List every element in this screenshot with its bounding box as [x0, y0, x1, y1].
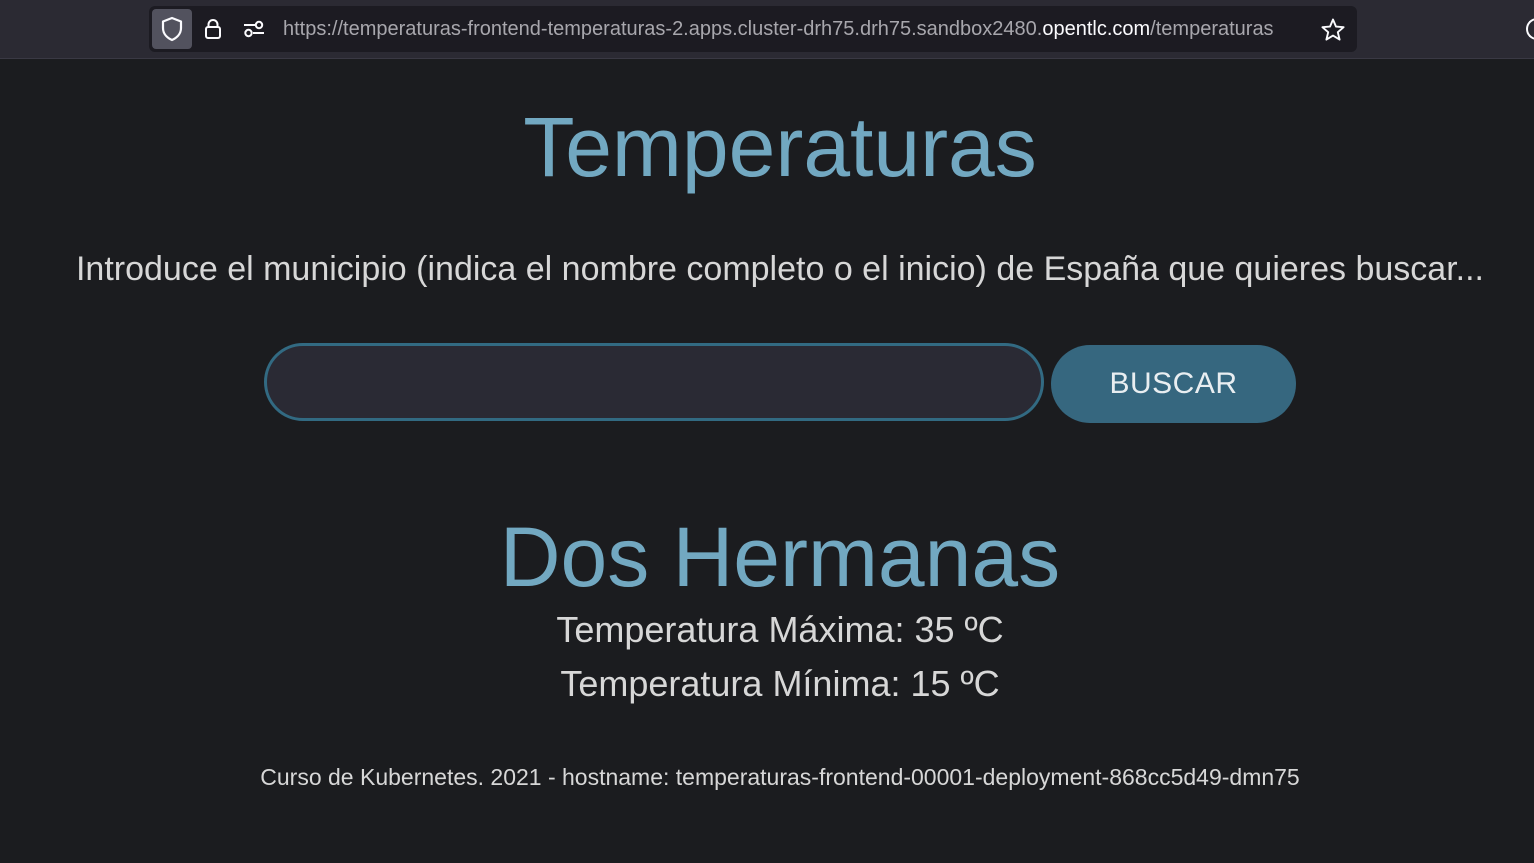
- max-temperature: Temperatura Máxima: 35 ºC: [556, 609, 1004, 650]
- url-domain: opentlc.com: [1042, 18, 1151, 40]
- municipality-search-input[interactable]: [264, 343, 1044, 421]
- tracking-protection-button[interactable]: [152, 9, 192, 49]
- address-bar[interactable]: https://temperaturas-frontend-temperatur…: [149, 6, 1357, 52]
- footer-text: Curso de Kubernetes. 2021 - hostname: te…: [260, 764, 1300, 790]
- search-button[interactable]: BUSCAR: [1051, 345, 1296, 423]
- lock-icon[interactable]: [202, 18, 224, 40]
- url-prefix: https://temperaturas-frontend-temperatur…: [283, 18, 1043, 40]
- browser-toolbar: https://temperaturas-frontend-temperatur…: [0, 0, 1534, 59]
- url-suffix: /temperaturas: [1150, 18, 1274, 40]
- url-text[interactable]: https://temperaturas-frontend-temperatur…: [283, 17, 1311, 41]
- page-content: Temperaturas Introduce el municipio (ind…: [0, 59, 1534, 863]
- star-icon[interactable]: [1320, 17, 1346, 43]
- search-instructions: Introduce el municipio (indica el nombre…: [75, 250, 1484, 288]
- result-city-name: Dos Hermanas: [499, 510, 1061, 604]
- permissions-icon[interactable]: [242, 18, 266, 40]
- min-temperature: Temperatura Mínima: 15 ºC: [560, 663, 1000, 704]
- page-title: Temperaturas: [523, 100, 1037, 194]
- shield-icon: [161, 16, 183, 42]
- sidebar-icon[interactable]: [1526, 18, 1534, 40]
